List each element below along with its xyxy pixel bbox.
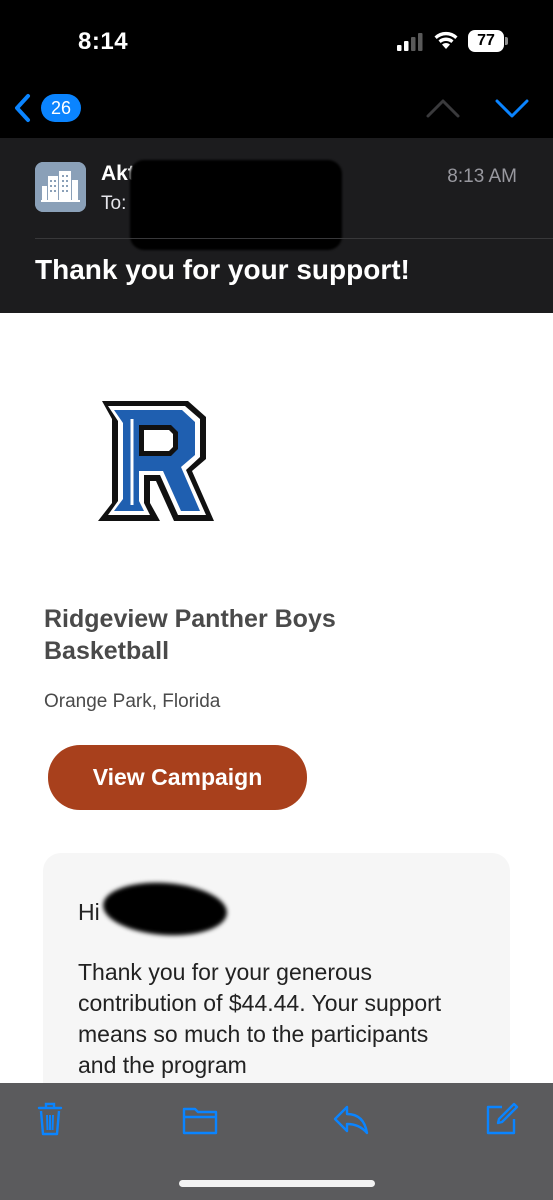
header-divider <box>35 238 553 239</box>
organization-name: Ridgeview Panther Boys Basketball <box>44 605 336 665</box>
battery-tip <box>505 37 508 45</box>
wifi-icon <box>434 31 458 49</box>
cellular-signal-icon <box>397 33 423 51</box>
email-body: Ridgeview Panther Boys Basketball Orange… <box>0 313 553 1083</box>
next-message-icon[interactable] <box>494 94 530 122</box>
message-text: Thank you for your generous contribution… <box>78 959 442 1078</box>
trash-icon[interactable] <box>30 1099 70 1139</box>
greeting: Hi <box>78 899 100 925</box>
mail-nav-bar: 26 <box>0 84 553 138</box>
back-chevron-icon[interactable] <box>10 92 34 124</box>
status-bar: 8:14 77 <box>0 0 553 84</box>
redaction-mark <box>101 878 229 940</box>
redaction-mark <box>130 160 342 250</box>
ridgeview-r-logo <box>98 401 214 521</box>
organization-location: Orange Park, Florida <box>44 691 221 712</box>
to-label: To: <box>101 193 127 214</box>
view-campaign-button[interactable]: View Campaign <box>48 745 307 810</box>
home-indicator[interactable] <box>179 1180 375 1187</box>
mail-header: Akti To: 8:13 AM Thank you for your supp… <box>0 138 553 313</box>
message-card: Hi Thank you for your generous contribut… <box>43 853 510 1083</box>
previous-message-icon[interactable] <box>425 94 461 122</box>
back-button-count[interactable]: 26 <box>41 94 81 122</box>
compose-icon[interactable] <box>482 1099 522 1139</box>
building-icon <box>35 162 86 212</box>
sent-time: 8:13 AM <box>447 166 517 187</box>
status-time: 8:14 <box>78 28 129 55</box>
folder-icon[interactable] <box>180 1099 220 1139</box>
reply-icon[interactable] <box>331 1099 371 1139</box>
battery-level: 77 <box>468 30 504 52</box>
email-subject: Thank you for your support! <box>35 254 410 285</box>
battery-icon: 77 <box>468 30 508 52</box>
